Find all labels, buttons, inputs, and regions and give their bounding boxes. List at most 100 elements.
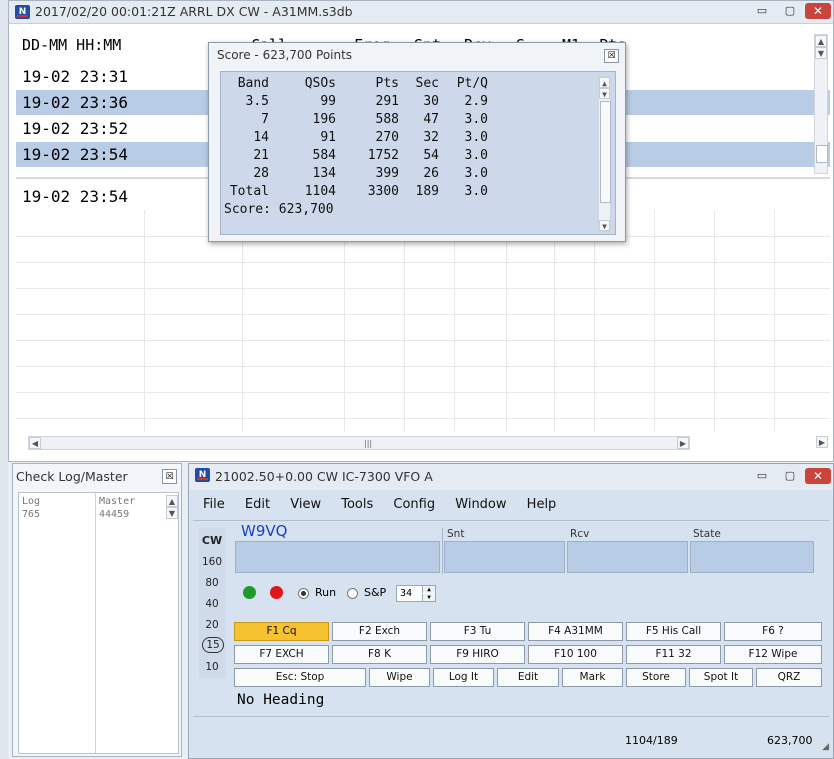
menu-edit[interactable]: Edit: [245, 492, 270, 518]
band-40[interactable]: 40: [201, 598, 223, 610]
scroll-thumb[interactable]: [816, 145, 828, 163]
scroll-left-icon[interactable]: ◀: [29, 437, 41, 449]
snt-input[interactable]: [444, 541, 565, 573]
grid-line: [774, 210, 775, 432]
score-window-title: Score - 623,700 Points: [217, 48, 353, 62]
fkey-button-f5-his-call[interactable]: F5 His Call: [626, 622, 721, 641]
close-button[interactable]: ✕: [805, 468, 831, 484]
log-window-titlebar[interactable]: N 2017/02/20 00:01:21Z ARRL DX CW - A31M…: [9, 1, 833, 24]
resize-grip-icon[interactable]: ◢: [822, 742, 829, 752]
action-button-store[interactable]: Store: [626, 668, 686, 687]
speed-stepper[interactable]: 34 ▲ ▼: [396, 585, 436, 602]
master-label: Master: [99, 496, 136, 507]
action-button-log-it[interactable]: Log It: [433, 668, 494, 687]
score-scrollbar[interactable]: ▲ ▼ ▼: [598, 76, 611, 232]
menu-window[interactable]: Window: [455, 492, 506, 518]
grid-line: [144, 210, 145, 432]
scroll-thumb[interactable]: [600, 101, 611, 203]
menu-file[interactable]: File: [203, 492, 225, 518]
minimize-button[interactable]: ▭: [749, 3, 775, 19]
grid-line: [506, 210, 507, 432]
grid-line: [16, 314, 830, 315]
score-row: 3.5 99 291 30 2.9: [221, 93, 601, 111]
action-button-mark[interactable]: Mark: [562, 668, 623, 687]
action-button-esc-stop[interactable]: Esc: Stop: [234, 668, 366, 687]
score-cell: Sec: [415, 76, 439, 91]
action-button-spot-it[interactable]: Spot It: [689, 668, 753, 687]
fkey-button-f10-100[interactable]: F10 100: [528, 645, 623, 664]
scroll-right-icon[interactable]: ▶: [816, 436, 828, 448]
vertical-scrollbar[interactable]: ▲ ▼: [814, 34, 828, 174]
scroll-up-icon[interactable]: ▲: [815, 35, 827, 47]
close-button[interactable]: ✕: [805, 3, 831, 19]
action-button-qrz[interactable]: QRZ: [756, 668, 822, 687]
scroll-right-icon[interactable]: ▶: [677, 437, 689, 449]
sp-radio[interactable]: [347, 588, 358, 599]
fkey-button-f4-a31mm[interactable]: F4 A31MM: [528, 622, 623, 641]
maximize-button[interactable]: ▢: [777, 468, 803, 484]
grid-line: [16, 262, 830, 263]
menu-config[interactable]: Config: [393, 492, 435, 518]
band-15-active[interactable]: 15: [202, 637, 224, 653]
score-row: 7 196 588 47 3.0: [221, 111, 601, 129]
band-160[interactable]: 160: [201, 556, 223, 568]
fkey-button-f11-32[interactable]: F11 32: [626, 645, 721, 664]
fkey-button-f6-[interactable]: F6 ?: [724, 622, 822, 641]
score-cell: 196: [312, 112, 336, 127]
fkey-button-f12-wipe[interactable]: F12 Wipe: [724, 645, 822, 664]
fkey-button-f9-hiro[interactable]: F9 HIRO: [430, 645, 525, 664]
score-cell: 3.0: [464, 112, 488, 127]
band-10[interactable]: 10: [201, 661, 223, 673]
state-input[interactable]: [690, 541, 814, 573]
menu-tools[interactable]: Tools: [341, 492, 373, 518]
speed-value: 34: [400, 588, 413, 599]
n1mm-logo-icon: N: [15, 5, 30, 19]
maximize-button[interactable]: ▢: [777, 3, 803, 19]
grid-line: [16, 340, 830, 341]
red-status-icon: [270, 586, 283, 599]
scroll-up-icon[interactable]: ▲: [599, 77, 610, 88]
check-log-window: Check Log/Master ☒ Log 765 Master 44459 …: [12, 463, 182, 757]
action-button-wipe[interactable]: Wipe: [369, 668, 430, 687]
scroll-down-icon[interactable]: ▼: [599, 220, 610, 231]
band-20[interactable]: 20: [201, 619, 223, 631]
scroll-down-icon[interactable]: ▼: [166, 507, 178, 519]
fkey-button-f8-k[interactable]: F8 K: [332, 645, 427, 664]
action-button-edit[interactable]: Edit: [497, 668, 559, 687]
speed-down-icon[interactable]: ▼: [422, 594, 435, 601]
fkey-button-f2-exch[interactable]: F2 Exch: [332, 622, 427, 641]
horizontal-scrollbar[interactable]: ◀ ▶ |||: [28, 436, 690, 450]
entry-window-titlebar[interactable]: N 21002.50+0.00 CW IC-7300 VFO A ▭ ▢ ✕: [189, 464, 833, 490]
score-cell: 134: [312, 166, 336, 181]
check-log-title: Check Log/Master: [16, 469, 128, 484]
menu-help[interactable]: Help: [527, 492, 557, 518]
check-log-close-button[interactable]: ☒: [162, 469, 177, 484]
menu-view[interactable]: View: [290, 492, 321, 518]
n1mm-logo-icon: N: [195, 468, 210, 482]
call-input[interactable]: [235, 541, 440, 573]
score-close-button[interactable]: ☒: [604, 49, 619, 63]
score-cell: 1752: [367, 148, 399, 163]
fkey-button-f3-tu[interactable]: F3 Tu: [430, 622, 525, 641]
scroll-up-icon[interactable]: ▲: [166, 495, 178, 507]
scroll-down-icon[interactable]: ▼: [815, 47, 827, 59]
score-cell: 3.0: [464, 184, 488, 199]
run-radio[interactable]: [298, 588, 309, 599]
scroll-down-icon[interactable]: ▼: [599, 88, 610, 99]
grid-line: [714, 210, 715, 432]
rcv-input[interactable]: [567, 541, 688, 573]
score-row: 14 91 270 32 3.0: [221, 129, 601, 147]
speed-up-icon[interactable]: ▲: [422, 586, 435, 593]
score-cell: 270: [375, 130, 399, 145]
log-count: 765: [22, 509, 41, 520]
score-cell: 91: [320, 130, 336, 145]
score-window: Score - 623,700 Points ☒ Band QSOs Pts Sec P…: [208, 42, 626, 242]
band-80[interactable]: 80: [201, 577, 223, 589]
green-status-icon: [243, 586, 256, 599]
scroll-grip-icon[interactable]: |||: [364, 439, 372, 448]
grid-line: [594, 210, 595, 432]
header-datetime[interactable]: DD-MM HH:MM: [22, 36, 121, 54]
minimize-button[interactable]: ▭: [749, 468, 775, 484]
fkey-button-f1-cq[interactable]: F1 Cq: [234, 622, 329, 641]
fkey-button-f7-exch[interactable]: F7 EXCH: [234, 645, 329, 664]
